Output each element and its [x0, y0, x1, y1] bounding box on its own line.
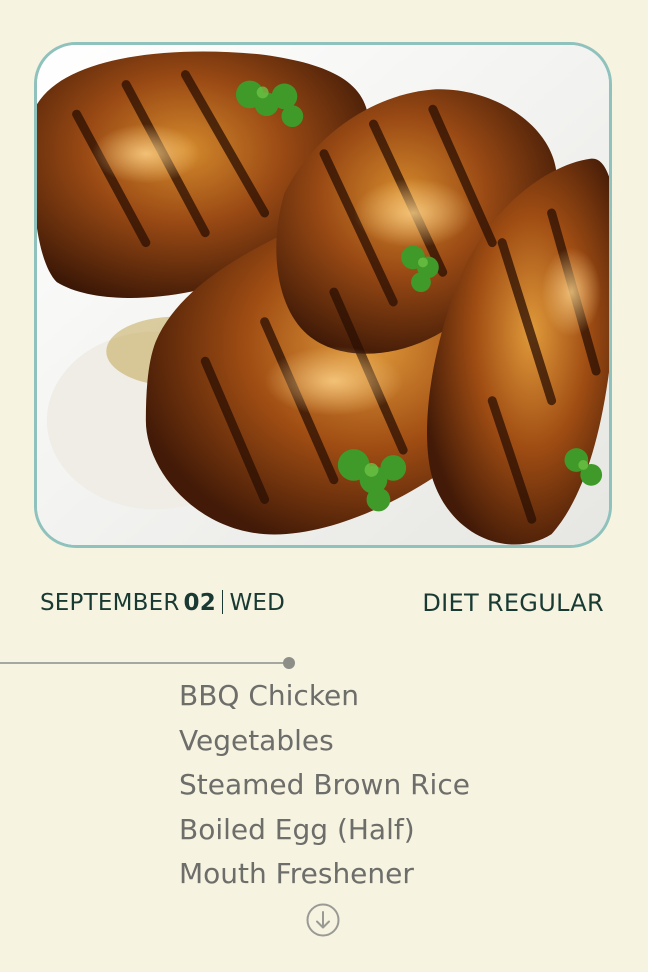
- menu-item-list: BBQ Chicken Vegetables Steamed Brown Ric…: [179, 674, 470, 897]
- divider-dot: [283, 657, 295, 669]
- bbq-chicken-image: [37, 45, 609, 545]
- date-day: 02: [183, 590, 216, 616]
- menu-item: BBQ Chicken: [179, 679, 360, 712]
- menu-item: Mouth Freshener: [179, 857, 414, 890]
- meal-date: SEPTEMBER 02 WED: [40, 588, 285, 618]
- date-separator: [221, 590, 224, 614]
- menu-item: Vegetables: [179, 723, 334, 757]
- arrow-down-circle-icon[interactable]: [306, 903, 340, 937]
- diet-type-label: DIET REGULAR: [422, 589, 604, 617]
- divider-line: [0, 662, 288, 664]
- meal-photo: [34, 42, 612, 548]
- date-month: SEPTEMBER: [40, 590, 180, 616]
- menu-item: Steamed Brown Rice: [179, 768, 470, 801]
- menu-item: Boiled Egg (Half): [179, 812, 415, 846]
- date-weekday: WED: [229, 590, 286, 616]
